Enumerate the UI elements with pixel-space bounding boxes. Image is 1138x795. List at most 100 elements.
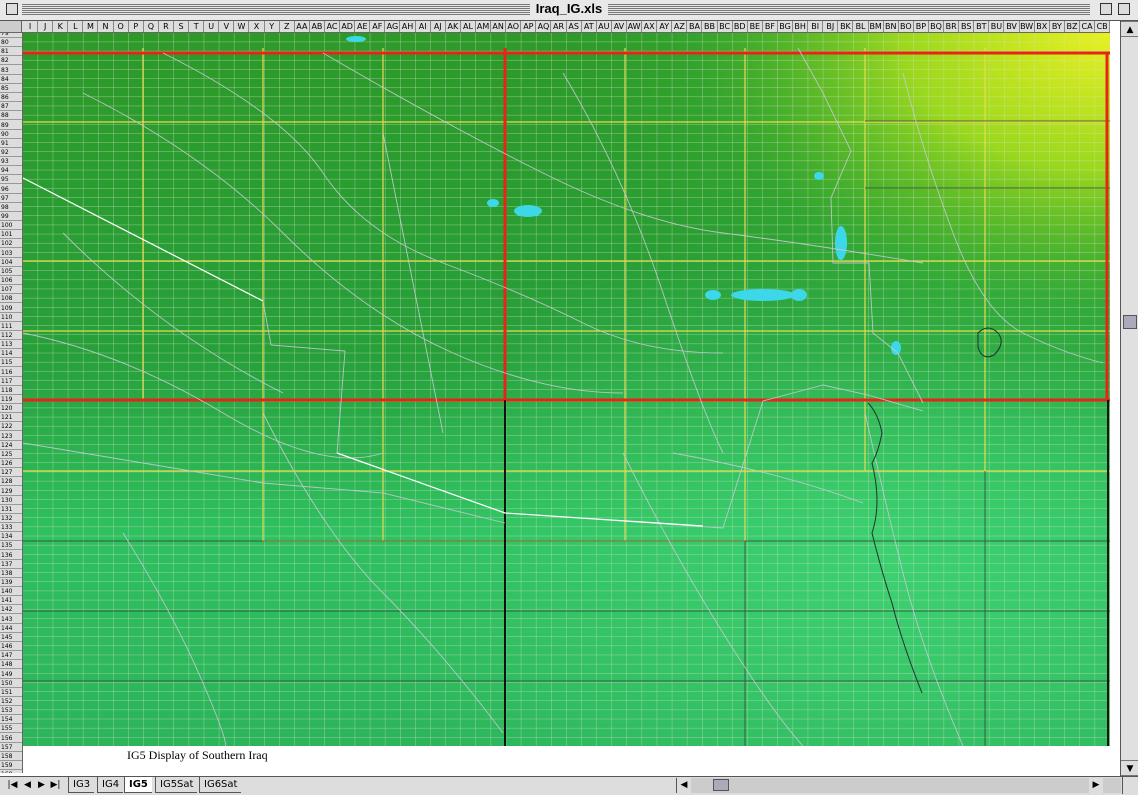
column-header-ah[interactable]: AH — [401, 21, 416, 32]
row-header[interactable]: 80 — [0, 38, 22, 48]
row-header[interactable]: 119 — [0, 395, 22, 404]
column-header-v[interactable]: V — [219, 21, 235, 32]
row-header[interactable]: 136 — [0, 551, 22, 560]
row-header[interactable]: 141 — [0, 596, 22, 606]
row-header[interactable]: 120 — [0, 404, 22, 414]
column-header-av[interactable]: AV — [612, 21, 627, 32]
row-header[interactable]: 127 — [0, 468, 22, 478]
horizontal-scrollbar[interactable]: ◀ ▶ — [676, 778, 1121, 793]
column-header-ag[interactable]: AG — [385, 21, 401, 32]
sheet-tab-ig3[interactable]: IG3 — [68, 777, 95, 793]
row-header[interactable]: 116 — [0, 368, 22, 377]
row-header[interactable]: 138 — [0, 569, 22, 578]
column-header-ar[interactable]: AR — [552, 21, 567, 32]
row-header[interactable]: 143 — [0, 615, 22, 624]
column-header-aq[interactable]: AQ — [536, 21, 552, 32]
column-header-z[interactable]: Z — [280, 21, 295, 32]
row-header[interactable]: 92 — [0, 148, 22, 157]
row-header[interactable]: 155 — [0, 724, 22, 734]
column-header-ca[interactable]: CA — [1080, 21, 1096, 32]
row-header[interactable]: 145 — [0, 633, 22, 642]
row-header[interactable]: 128 — [0, 477, 22, 487]
row-header[interactable]: 130 — [0, 496, 22, 505]
row-header[interactable]: 104 — [0, 258, 22, 267]
column-header-r[interactable]: R — [159, 21, 174, 32]
scroll-left-arrow-icon[interactable]: ◀ — [677, 778, 691, 793]
row-header[interactable]: 87 — [0, 102, 22, 112]
row-header[interactable]: 118 — [0, 386, 22, 395]
scroll-right-arrow-icon[interactable]: ▶ — [1089, 778, 1103, 793]
column-header-al[interactable]: AL — [461, 21, 476, 32]
column-header-j[interactable]: J — [38, 21, 54, 32]
column-header-as[interactable]: AS — [567, 21, 582, 32]
row-header[interactable]: 86 — [0, 93, 22, 103]
column-header-bl[interactable]: BL — [854, 21, 869, 32]
column-header-cb[interactable]: CB — [1095, 21, 1111, 32]
column-header-bj[interactable]: BJ — [823, 21, 839, 32]
scroll-down-arrow-icon[interactable]: ▼ — [1121, 760, 1138, 776]
column-header-bs[interactable]: BS — [959, 21, 975, 32]
column-header-aa[interactable]: AA — [295, 21, 310, 32]
row-header[interactable]: 126 — [0, 459, 22, 469]
vertical-scroll-thumb[interactable] — [1123, 315, 1137, 329]
row-header[interactable]: 132 — [0, 514, 22, 523]
row-header[interactable]: 157 — [0, 743, 22, 752]
collapse-box-icon[interactable] — [1118, 3, 1130, 15]
prev-sheet-icon[interactable]: ◀ — [21, 779, 34, 792]
column-header-ae[interactable]: AE — [355, 21, 371, 32]
column-header-bu[interactable]: BU — [989, 21, 1005, 32]
row-header[interactable]: 134 — [0, 532, 22, 542]
column-header-q[interactable]: Q — [144, 21, 159, 32]
vertical-scrollbar[interactable]: ▲ ▼ — [1120, 21, 1138, 776]
horizontal-scroll-thumb[interactable] — [713, 779, 729, 791]
column-header-w[interactable]: W — [234, 21, 250, 32]
column-header-aj[interactable]: AJ — [431, 21, 446, 32]
row-header[interactable]: 96 — [0, 185, 22, 194]
column-header-s[interactable]: S — [174, 21, 190, 32]
row-header[interactable]: 153 — [0, 706, 22, 716]
column-header-ak[interactable]: AK — [446, 21, 461, 32]
row-header[interactable]: 89 — [0, 121, 22, 130]
column-header-ba[interactable]: BA — [687, 21, 703, 32]
column-header-i[interactable]: I — [23, 21, 39, 32]
row-header[interactable]: 139 — [0, 578, 22, 587]
column-header-am[interactable]: AM — [476, 21, 492, 32]
column-header-az[interactable]: AZ — [672, 21, 688, 32]
row-header[interactable]: 90 — [0, 130, 22, 139]
column-header-u[interactable]: U — [204, 21, 220, 32]
row-header[interactable]: 135 — [0, 541, 22, 551]
row-header[interactable]: 151 — [0, 688, 22, 697]
window-titlebar[interactable]: Iraq_IG.xls — [0, 0, 1138, 21]
row-header[interactable]: 99 — [0, 212, 22, 221]
row-header[interactable]: 150 — [0, 679, 22, 688]
column-header-o[interactable]: O — [114, 21, 129, 32]
column-header-bi[interactable]: BI — [808, 21, 824, 32]
row-header[interactable]: 124 — [0, 441, 22, 450]
sheet-tab-ig4[interactable]: IG4 — [97, 777, 124, 793]
row-header[interactable]: 142 — [0, 605, 22, 615]
column-header-br[interactable]: BR — [944, 21, 960, 32]
row-header[interactable]: 84 — [0, 75, 22, 84]
column-header-bo[interactable]: BO — [899, 21, 914, 32]
row-header[interactable]: 83 — [0, 66, 22, 75]
scroll-up-arrow-icon[interactable]: ▲ — [1121, 21, 1138, 37]
row-header[interactable]: 121 — [0, 413, 22, 423]
row-header[interactable]: 152 — [0, 697, 22, 706]
column-header-bv[interactable]: BV — [1005, 21, 1020, 32]
row-header[interactable]: 147 — [0, 651, 22, 661]
row-header[interactable]: 102 — [0, 239, 22, 249]
column-header-an[interactable]: AN — [491, 21, 507, 32]
row-header[interactable]: 129 — [0, 487, 22, 496]
first-sheet-icon[interactable]: |◀ — [6, 779, 19, 792]
column-header-ai[interactable]: AI — [416, 21, 431, 32]
row-header[interactable]: 159 — [0, 761, 22, 770]
column-header-at[interactable]: AT — [582, 21, 597, 32]
column-header-n[interactable]: N — [99, 21, 114, 32]
row-header[interactable]: 114 — [0, 349, 22, 359]
zoom-box-icon[interactable] — [1100, 3, 1112, 15]
column-header-bb[interactable]: BB — [703, 21, 718, 32]
column-header-bc[interactable]: BC — [718, 21, 733, 32]
resize-box-icon[interactable] — [1122, 777, 1138, 794]
row-header[interactable]: 95 — [0, 175, 22, 185]
sheet-tab-ig5sat[interactable]: IG5Sat — [155, 777, 198, 793]
